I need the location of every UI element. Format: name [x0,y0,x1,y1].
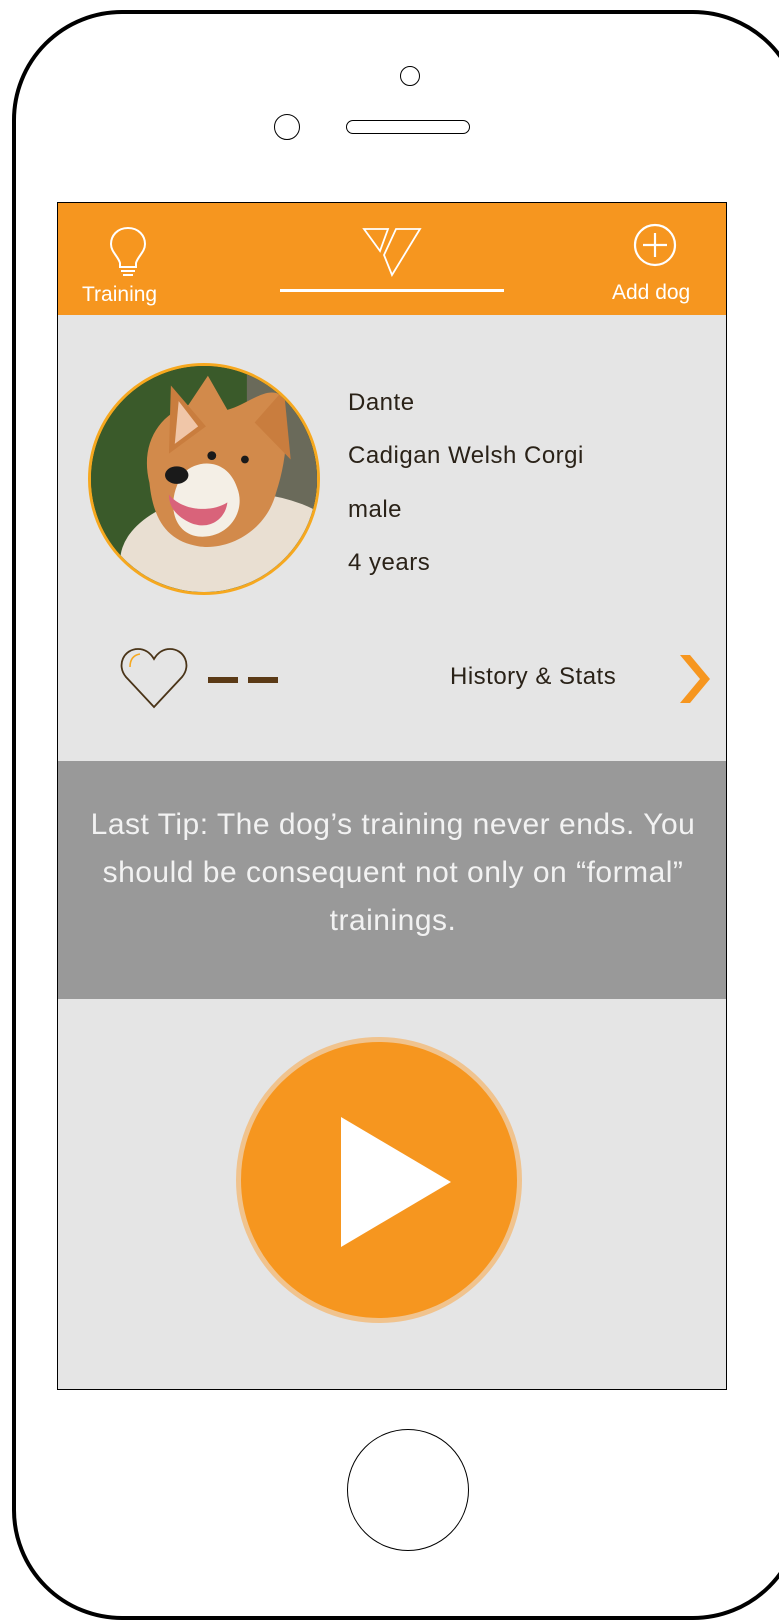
heart-value-dash [248,677,278,683]
front-camera [400,66,420,86]
heart-icon[interactable] [118,645,190,711]
lightbulb-icon [109,226,147,276]
dog-sex: male [348,496,403,523]
dog-avatar[interactable] [88,363,320,595]
play-icon [341,1117,451,1247]
last-tip-panel: Last Tip: The dog’s training never ends.… [58,761,726,999]
active-tab-indicator [280,289,504,292]
tab-training-label: Training [82,283,158,306]
dog-age: 4 years [348,549,431,576]
home-button[interactable] [347,1429,469,1551]
dog-breed: Cadigan Welsh Corgi [348,442,584,469]
history-stats-label: History & Stats [450,663,617,690]
dog-name: Dante [348,389,415,416]
tab-add-dog-label: Add dog [612,281,691,304]
triangles-logo-icon [362,228,422,277]
history-stats-link[interactable]: History & Stats [438,649,718,709]
app-screen: Training Add dog Dante Cadigan Welsh Cor… [57,202,727,1390]
dog-profile: Dante Cadigan Welsh Corgi male 4 years H… [58,315,726,761]
tab-add-dog[interactable]: Add dog [606,221,718,313]
proximity-sensor [274,114,300,140]
top-navigation-bar: Training Add dog [58,203,726,315]
start-training-button[interactable] [236,1037,522,1323]
last-tip-text: Last Tip: The dog’s training never ends.… [90,808,696,937]
chevron-right-icon [680,655,710,703]
earpiece-speaker [346,120,470,134]
tab-training[interactable]: Training [78,221,178,313]
plus-circle-icon [633,223,677,267]
dog-photo-illustration [91,366,317,592]
heart-value-dash [208,677,238,683]
